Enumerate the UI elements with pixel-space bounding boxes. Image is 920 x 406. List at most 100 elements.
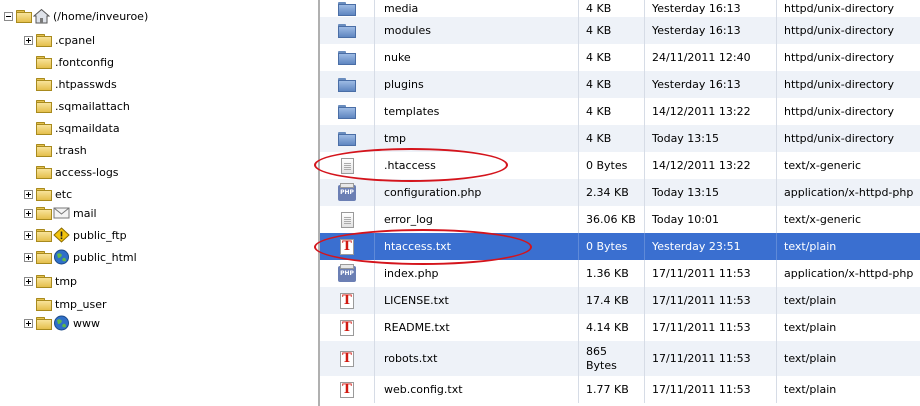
file-modified: Today 10:01 — [644, 206, 776, 233]
file-modified: 17/11/2011 11:53 — [644, 260, 776, 287]
file-icon-cell: T — [320, 287, 374, 314]
globe-icon — [53, 249, 70, 265]
text-file-icon: T — [340, 350, 354, 367]
tree-item[interactable]: .htpasswds — [24, 74, 117, 94]
file-row[interactable]: .htaccess 0 Bytes 14/12/2011 13:22 text/x-g… — [320, 152, 920, 179]
file-icon-cell — [320, 17, 374, 44]
expand-toggle[interactable] — [24, 318, 33, 328]
ftp-warning-icon — [53, 227, 70, 243]
file-modified: 17/11/2011 11:53 — [644, 314, 776, 341]
file-name: modules — [374, 17, 578, 44]
expand-toggle[interactable] — [24, 276, 33, 286]
file-modified: Yesterday 16:13 — [644, 0, 776, 17]
folder-icon — [338, 23, 356, 38]
tree-item[interactable]: etc — [24, 184, 72, 204]
file-name: templates — [374, 98, 578, 125]
collapse-toggle[interactable] — [4, 11, 13, 21]
file-size: 4.14 KB — [578, 314, 644, 341]
php-file-icon: PHP — [338, 263, 356, 282]
tree-item-label: tmp_user — [55, 297, 107, 311]
tree-root[interactable]: (/home/inveuroe) — [4, 6, 148, 26]
tree-item[interactable]: .cpanel — [24, 30, 95, 50]
tree-item-label: .sqmailattach — [55, 99, 130, 113]
file-type: httpd/unix-directory — [776, 71, 920, 98]
file-row[interactable]: Trobots.txt 865 Bytes 17/11/2011 11:53 text… — [320, 341, 920, 376]
file-row[interactable]: modules 4 KB Yesterday 16:13 httpd/unix-dir… — [320, 17, 920, 44]
file-name: robots.txt — [374, 341, 578, 376]
file-icon-cell — [320, 0, 374, 17]
tree-item[interactable]: public_ftp — [24, 225, 127, 245]
tree-item[interactable]: .sqmailattach — [24, 96, 130, 116]
file-type: text/plain — [776, 287, 920, 314]
file-name: htaccess.txt — [374, 233, 578, 260]
mail-envelope-icon — [53, 205, 70, 221]
file-list: media 4 KB Yesterday 16:13 httpd/unix-direc… — [320, 0, 920, 406]
file-row[interactable]: error_log 36.06 KB Today 10:01 text/x-gener… — [320, 206, 920, 233]
file-name: web.config.txt — [374, 376, 578, 403]
file-icon-cell — [320, 71, 374, 98]
file-type: text/plain — [776, 376, 920, 403]
file-name: configuration.php — [374, 179, 578, 206]
tree-item[interactable]: .sqmaildata — [24, 118, 120, 138]
file-row[interactable]: Tweb.config.txt 1.77 KB 17/11/2011 11:53 te… — [320, 376, 920, 403]
file-size: 4 KB — [578, 71, 644, 98]
file-size: 4 KB — [578, 44, 644, 71]
file-type: text/x-generic — [776, 152, 920, 179]
tree-item[interactable]: mail — [24, 203, 97, 223]
tree-item-label: .cpanel — [55, 33, 96, 47]
file-name: nuke — [374, 44, 578, 71]
tree-item[interactable]: www — [24, 313, 100, 333]
file-row[interactable]: tmp 4 KB Today 13:15 httpd/unix-directory — [320, 125, 920, 152]
tree-item[interactable]: .trash — [24, 140, 87, 160]
tree-item[interactable]: tmp_user — [24, 294, 107, 314]
file-name: error_log — [374, 206, 578, 233]
globe-icon — [53, 315, 70, 331]
expand-toggle[interactable] — [24, 252, 33, 262]
expand-toggle[interactable] — [24, 35, 33, 45]
tree-item-label: www — [73, 316, 100, 330]
tree-root-label: (/home/inveuroe) — [53, 9, 149, 23]
file-type: application/x-httpd-php — [776, 260, 920, 287]
tree-item-label: .fontconfig — [55, 55, 115, 69]
file-type: text/plain — [776, 233, 920, 260]
file-modified: 17/11/2011 11:53 — [644, 287, 776, 314]
file-row[interactable]: plugins 4 KB Yesterday 16:13 httpd/unix-dir… — [320, 71, 920, 98]
expand-toggle[interactable] — [24, 208, 33, 218]
file-modified: 17/11/2011 11:53 — [644, 341, 776, 376]
folder-icon — [36, 229, 52, 242]
folder-icon — [36, 34, 52, 47]
file-row[interactable]: PHP configuration.php 2.34 KB Today 13:15 ap… — [320, 179, 920, 206]
file-row[interactable]: nuke 4 KB 24/11/2011 12:40 httpd/unix-direc… — [320, 44, 920, 71]
file-row[interactable]: PHP index.php 1.36 KB 17/11/2011 11:53 appli… — [320, 260, 920, 287]
expand-toggle[interactable] — [24, 230, 33, 240]
file-icon-cell — [320, 125, 374, 152]
file-row[interactable]: templates 4 KB 14/12/2011 13:22 httpd/unix-… — [320, 98, 920, 125]
file-modified: 14/12/2011 13:22 — [644, 98, 776, 125]
file-row[interactable]: media 4 KB Yesterday 16:13 httpd/unix-direc… — [320, 0, 920, 17]
file-type: httpd/unix-directory — [776, 17, 920, 44]
file-row[interactable]: T LICENSE.txt 17.4 KB 17/11/2011 11:53 text/… — [320, 287, 920, 314]
file-modified: Today 13:15 — [644, 125, 776, 152]
folder-icon — [338, 131, 356, 146]
folder-icon — [36, 317, 52, 330]
file-row[interactable]: Thtaccess.txt 0 Bytes Yesterday 23:51 text/… — [320, 233, 920, 260]
file-size: 4 KB — [578, 17, 644, 44]
tree-item-label: public_html — [73, 250, 137, 264]
tree-item[interactable]: public_html — [24, 247, 137, 267]
tree-item[interactable]: tmp — [24, 271, 77, 291]
file-name: .htaccess — [374, 152, 578, 179]
file-name: plugins — [374, 71, 578, 98]
file-size: 0 Bytes — [578, 152, 644, 179]
file-row[interactable]: T README.txt 4.14 KB 17/11/2011 11:53 text/p… — [320, 314, 920, 341]
file-type: application/x-httpd-php — [776, 179, 920, 206]
folder-icon — [338, 50, 356, 65]
tree-item[interactable]: .fontconfig — [24, 52, 114, 72]
folder-icon — [36, 122, 52, 135]
expand-toggle[interactable] — [24, 189, 33, 199]
file-icon-cell: T — [320, 233, 374, 260]
file-size: 0 Bytes — [578, 233, 644, 260]
folder-open-icon — [16, 10, 32, 23]
tree-item[interactable]: access-logs — [24, 162, 119, 182]
tree-item-label: .trash — [55, 143, 87, 157]
folder-icon — [36, 166, 52, 179]
